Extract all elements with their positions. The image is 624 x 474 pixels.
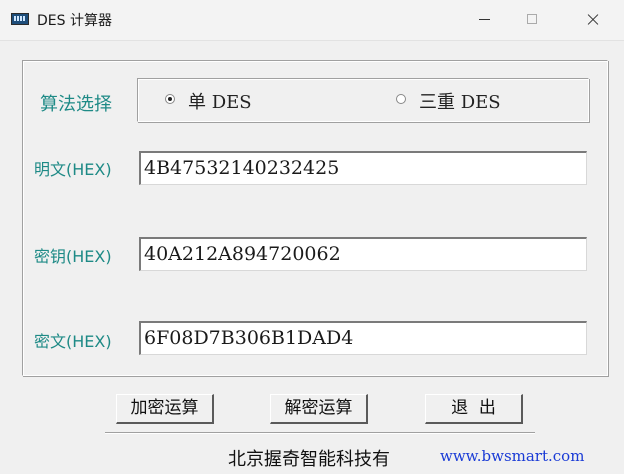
- close-button[interactable]: [570, 0, 616, 40]
- triple-des-label[interactable]: 三重 DES: [419, 88, 501, 114]
- ciphertext-label: 密文(HEX): [34, 332, 112, 351]
- title-bar[interactable]: DES 计算器: [0, 0, 624, 41]
- algorithm-label: 算法选择: [40, 94, 112, 115]
- single-des-label[interactable]: 单 DES: [188, 88, 252, 114]
- company-name: 北京握奇智能科技有: [228, 449, 390, 470]
- maximize-button[interactable]: [510, 0, 556, 40]
- plaintext-input[interactable]: 4B47532140232425: [139, 151, 587, 185]
- window-title: DES 计算器: [37, 13, 112, 29]
- single-des-radio[interactable]: [165, 94, 175, 104]
- website-link[interactable]: www.bwsmart.com: [440, 447, 584, 465]
- decrypt-button[interactable]: 解密运算: [270, 394, 368, 424]
- calculator-app-icon: [11, 13, 29, 25]
- ciphertext-input[interactable]: 6F08D7B306B1DAD4: [139, 321, 587, 355]
- des-calculator-window: DES 计算器 算法选择 单 DES 三重 DES 明文(HEX) 4B4753…: [0, 0, 624, 474]
- encrypt-button[interactable]: 加密运算: [116, 394, 214, 424]
- footer-divider: [105, 432, 535, 433]
- key-label: 密钥(HEX): [34, 247, 112, 266]
- key-input[interactable]: 40A212A894720062: [139, 237, 587, 271]
- exit-button[interactable]: 退 出: [425, 394, 523, 424]
- triple-des-radio[interactable]: [396, 94, 406, 104]
- minimize-button[interactable]: [462, 0, 508, 40]
- plaintext-label: 明文(HEX): [34, 160, 112, 179]
